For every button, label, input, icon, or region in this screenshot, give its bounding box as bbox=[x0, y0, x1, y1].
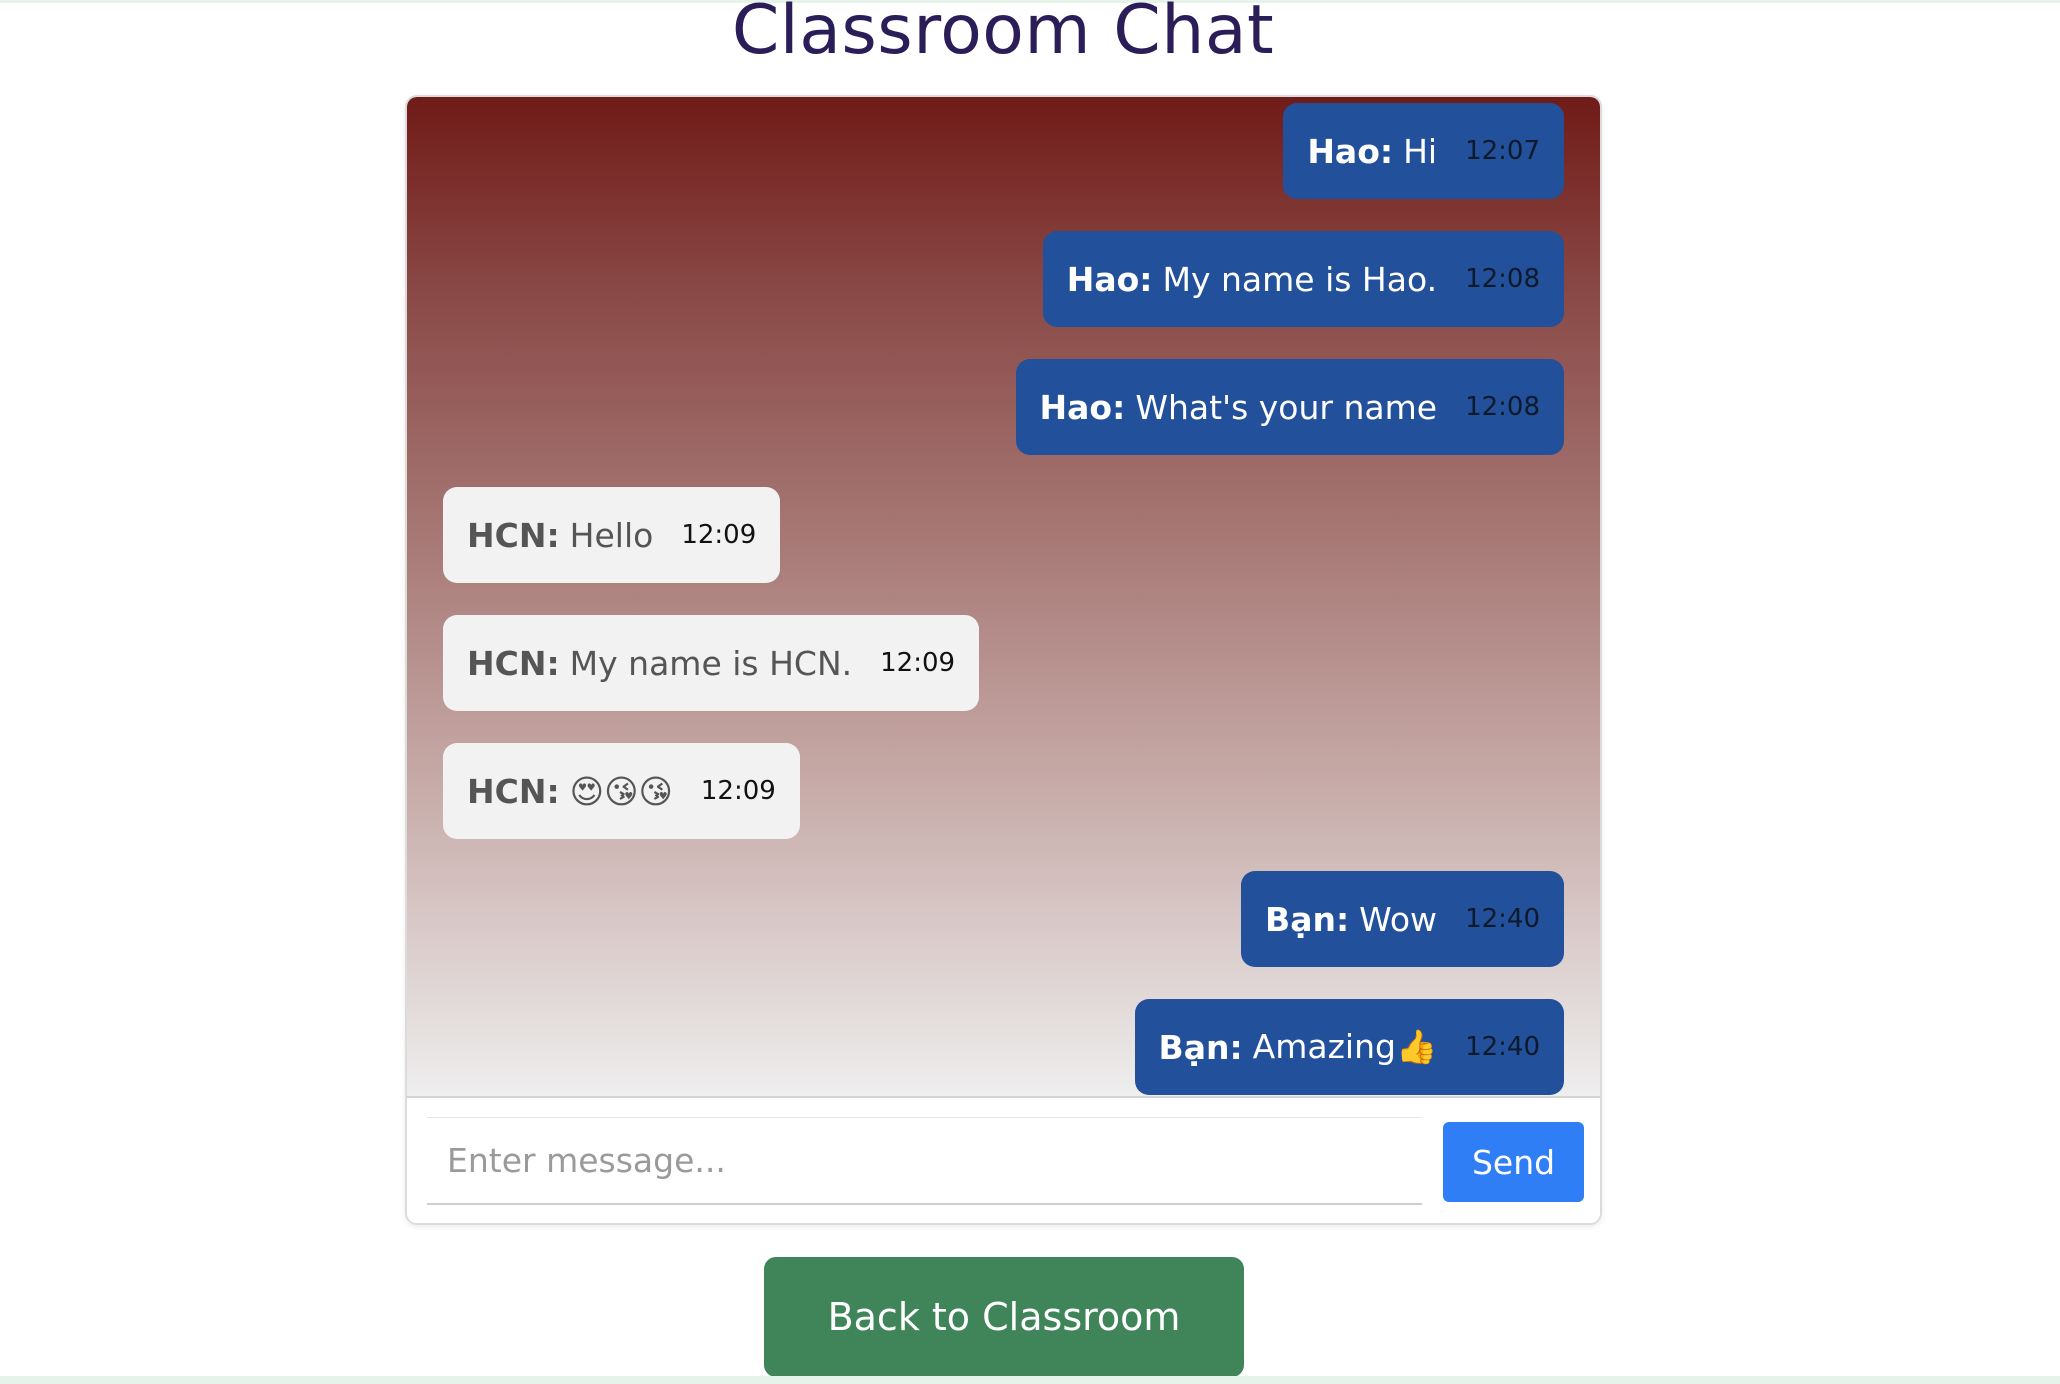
message-sender: Hao bbox=[1039, 387, 1113, 427]
message-sender: Hao bbox=[1066, 259, 1140, 299]
message-time: 12:09 bbox=[681, 520, 757, 550]
message-text: My name is HCN. bbox=[569, 643, 853, 683]
message-bubble-incoming: HCN: Hello 12:09 bbox=[443, 487, 781, 583]
message-text: Hi bbox=[1403, 131, 1438, 171]
send-button[interactable]: Send bbox=[1443, 1122, 1584, 1202]
message-time: 12:09 bbox=[880, 648, 956, 678]
message-sender: Bạn bbox=[1158, 1027, 1230, 1067]
message-text: Hello bbox=[569, 515, 654, 555]
message-time: 12:40 bbox=[1465, 904, 1540, 934]
message-time: 12:40 bbox=[1465, 1032, 1540, 1062]
message-bubble-outgoing: Bạn: Wow 12:40 bbox=[1241, 871, 1564, 967]
message-time: 12:08 bbox=[1465, 392, 1540, 422]
message-time: 12:09 bbox=[700, 776, 776, 806]
message-input[interactable] bbox=[427, 1117, 1422, 1205]
message-bubble-outgoing: Hao: What's your name 12:08 bbox=[1015, 359, 1564, 455]
message-time: 12:08 bbox=[1465, 264, 1540, 294]
message-text: Amazing👍 bbox=[1252, 1027, 1438, 1066]
message-text: My name is Hao. bbox=[1162, 259, 1438, 299]
message-sender: HCN bbox=[467, 771, 547, 811]
back-to-classroom-button[interactable]: Back to Classroom bbox=[764, 1257, 1244, 1377]
message-text: Wow bbox=[1359, 899, 1438, 939]
composer-row: Send bbox=[407, 1098, 1600, 1223]
message-sender: Hao bbox=[1307, 131, 1380, 171]
message-sender: HCN bbox=[467, 643, 547, 683]
bottom-divider bbox=[0, 1376, 2060, 1384]
message-text: 😍😘😘 bbox=[569, 771, 673, 811]
message-bubble-incoming: HCN: 😍😘😘 12:09 bbox=[443, 743, 800, 839]
message-list[interactable]: Hao: Hi 12:07 Hao: My name is Hao. 12:08… bbox=[407, 97, 1600, 1098]
page-title: Classroom Chat bbox=[731, 0, 1275, 70]
message-bubble-outgoing: Hao: Hi 12:07 bbox=[1283, 103, 1564, 199]
message-text: What's your name bbox=[1135, 387, 1438, 427]
message-bubble-outgoing: Bạn: Amazing👍 12:40 bbox=[1134, 999, 1564, 1095]
message-sender: Bạn bbox=[1265, 899, 1336, 939]
chat-panel: Hao: Hi 12:07 Hao: My name is Hao. 12:08… bbox=[405, 95, 1602, 1225]
message-sender: HCN bbox=[467, 515, 547, 555]
message-bubble-outgoing: Hao: My name is Hao. 12:08 bbox=[1042, 231, 1564, 327]
message-bubble-incoming: HCN: My name is HCN. 12:09 bbox=[443, 615, 980, 711]
message-time: 12:07 bbox=[1465, 136, 1540, 166]
